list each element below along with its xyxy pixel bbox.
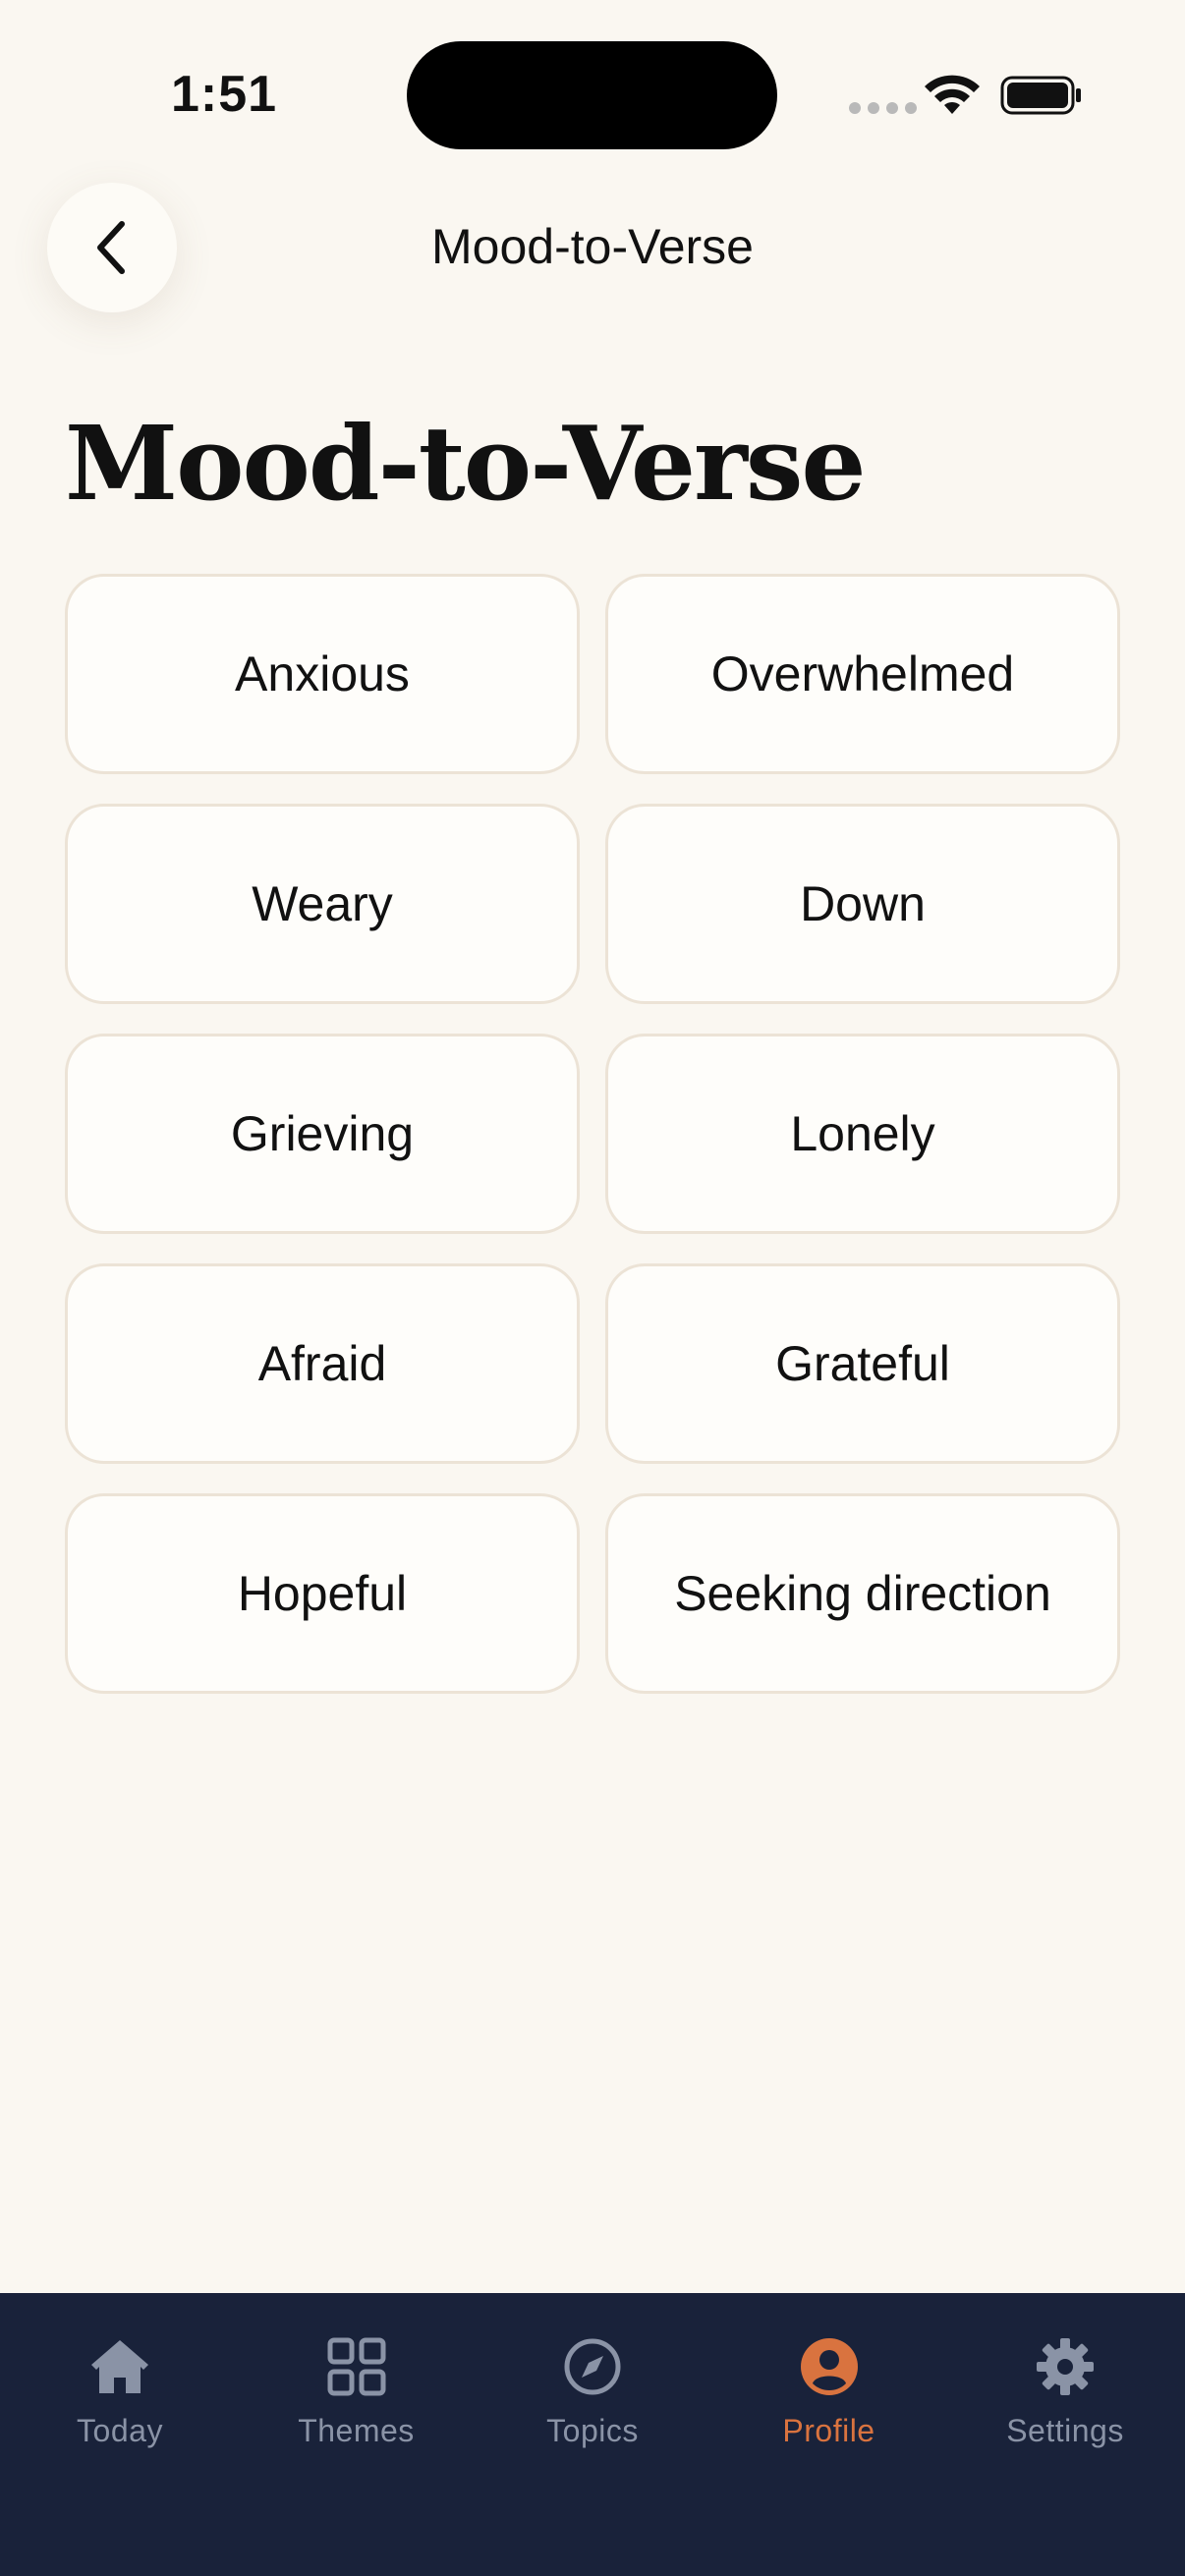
mood-grid: Anxious Overwhelmed Weary Down Grieving … bbox=[65, 574, 1120, 1694]
status-time: 1:51 bbox=[171, 66, 278, 123]
mood-to-verse-screen: 1:51 Mood-to-Verse Mood-to-Verse Anxious… bbox=[0, 0, 1185, 2576]
gear-icon bbox=[1037, 2338, 1094, 2395]
tab-topics[interactable]: Topics bbox=[486, 2334, 699, 2576]
mood-lonely-button[interactable]: Lonely bbox=[605, 1034, 1120, 1234]
tab-today-label: Today bbox=[77, 2413, 163, 2448]
mood-hopeful-button[interactable]: Hopeful bbox=[65, 1493, 580, 1694]
mood-weary-button[interactable]: Weary bbox=[65, 804, 580, 1004]
compass-icon bbox=[564, 2338, 621, 2395]
mood-grateful-button[interactable]: Grateful bbox=[605, 1263, 1120, 1464]
battery-icon bbox=[1000, 76, 1081, 115]
dynamic-island bbox=[407, 41, 777, 149]
mood-grieving-button[interactable]: Grieving bbox=[65, 1034, 580, 1234]
tab-bar: Today Themes Topics Profile Settings bbox=[0, 2293, 1185, 2576]
page-title: Mood-to-Verse bbox=[65, 403, 867, 524]
tab-profile-label: Profile bbox=[782, 2413, 875, 2448]
tab-topics-label: Topics bbox=[546, 2413, 639, 2448]
nav-title: Mood-to-Verse bbox=[431, 219, 754, 274]
tab-profile[interactable]: Profile bbox=[723, 2334, 935, 2576]
cellular-signal-icon bbox=[849, 102, 917, 114]
grid-icon bbox=[327, 2337, 385, 2396]
tab-settings-label: Settings bbox=[1006, 2413, 1124, 2448]
tab-themes[interactable]: Themes bbox=[251, 2334, 463, 2576]
mood-down-button[interactable]: Down bbox=[605, 804, 1120, 1004]
mood-overwhelmed-button[interactable]: Overwhelmed bbox=[605, 574, 1120, 774]
mood-seeking-direction-button[interactable]: Seeking direction bbox=[605, 1493, 1120, 1694]
tab-settings[interactable]: Settings bbox=[959, 2334, 1171, 2576]
mood-anxious-button[interactable]: Anxious bbox=[65, 574, 580, 774]
tab-today[interactable]: Today bbox=[14, 2334, 226, 2576]
mood-afraid-button[interactable]: Afraid bbox=[65, 1263, 580, 1464]
wifi-icon bbox=[925, 75, 980, 114]
tab-themes-label: Themes bbox=[298, 2413, 415, 2448]
person-icon bbox=[800, 2338, 858, 2395]
home-icon bbox=[91, 2340, 148, 2393]
